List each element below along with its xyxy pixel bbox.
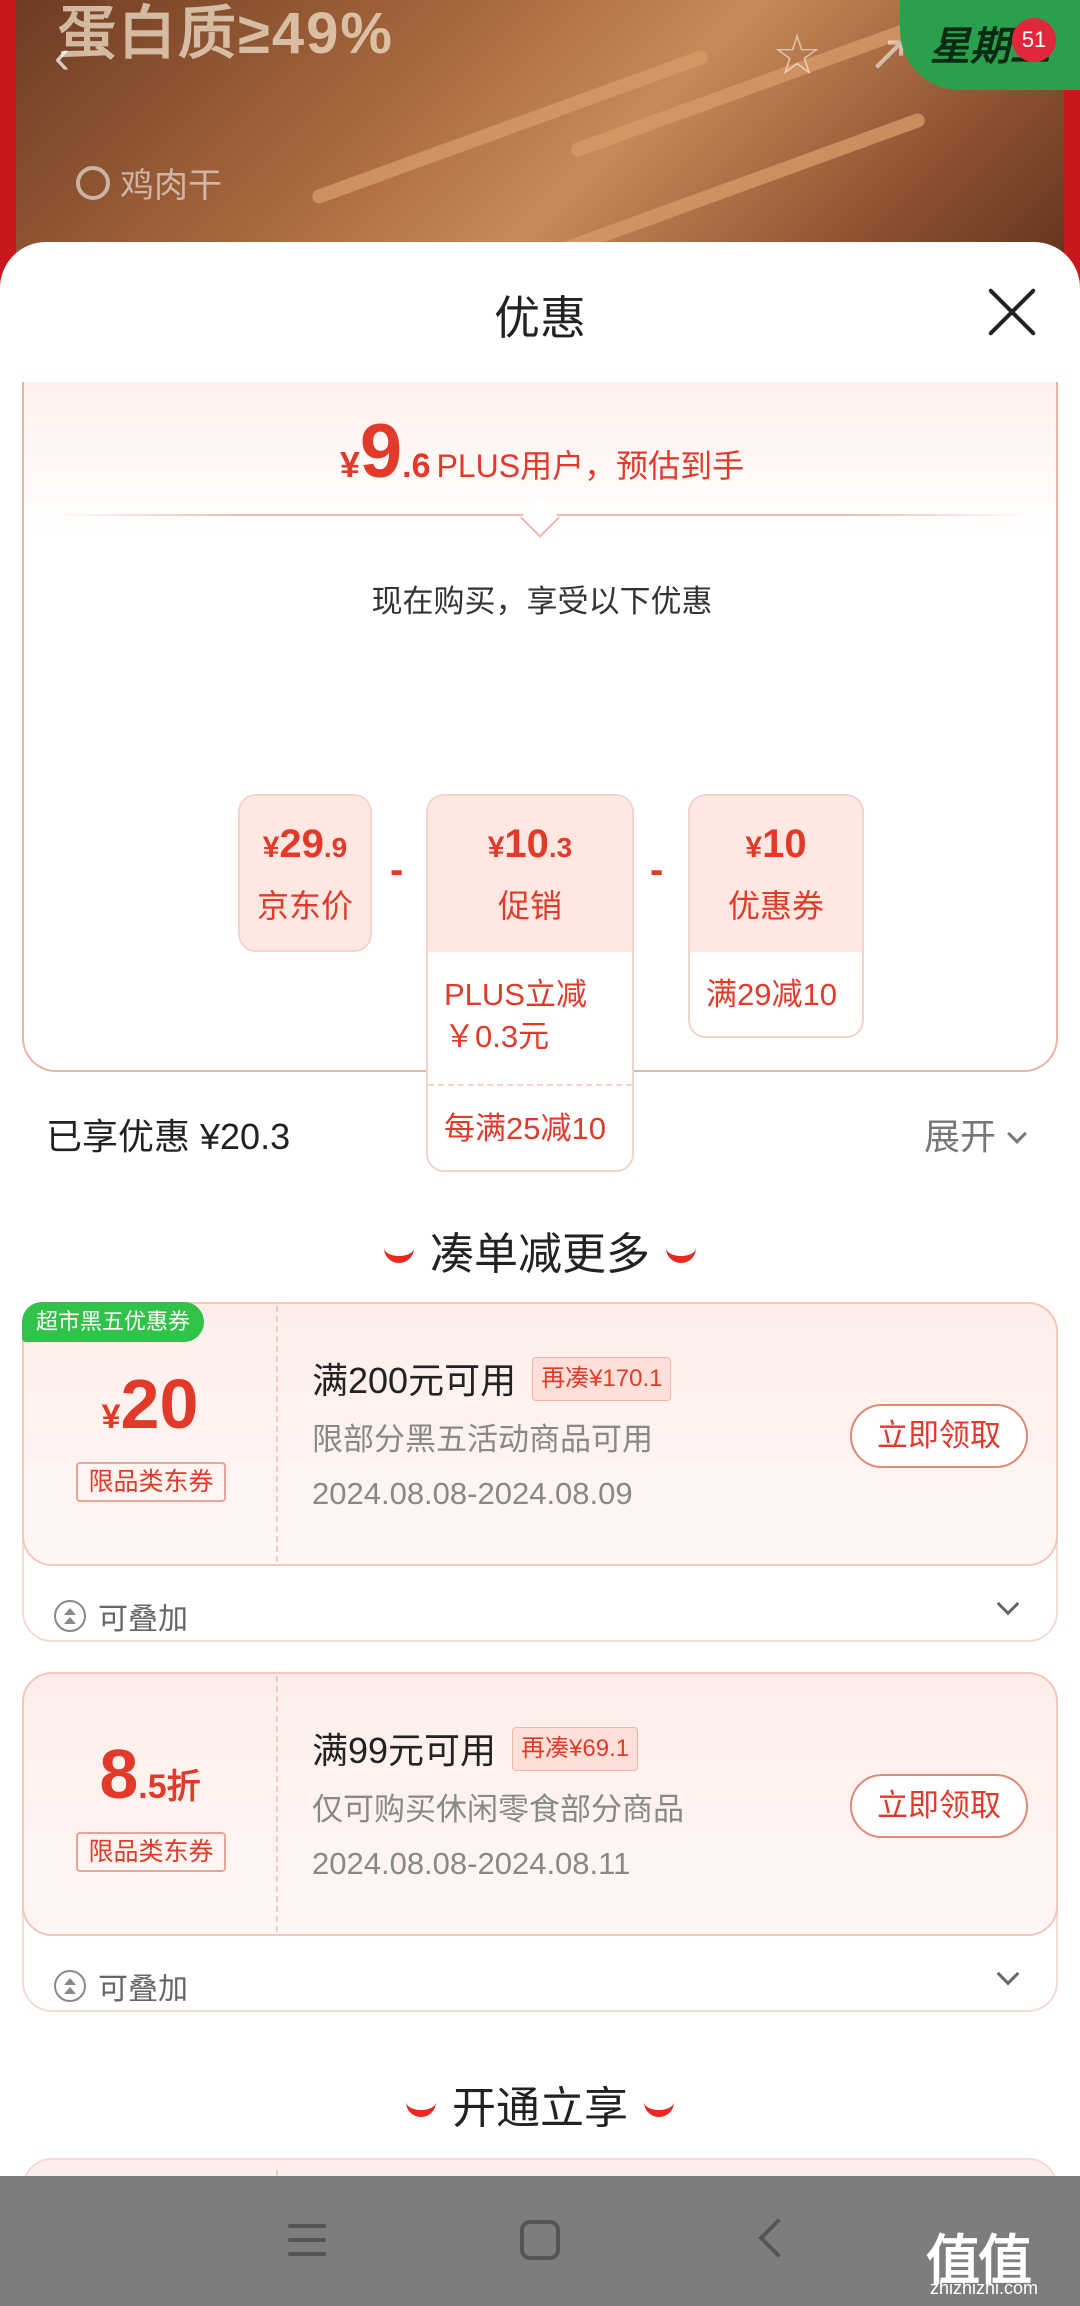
price-breakdown-card: ¥9.6 PLUS用户，预估到手 现在购买，享受以下优惠 ¥29.9 京东价 - … [22,382,1060,1172]
back-icon[interactable]: ‹ [54,30,70,85]
promo-dec: .3 [548,832,573,863]
sheet-title: 优惠 [494,292,586,344]
smile-decoration-icon [384,1247,414,1263]
estimated-note: PLUS用户，预估到手 [436,448,745,484]
stack-icon [54,1970,86,2002]
claim-button[interactable]: 立即领取 [850,1774,1028,1838]
jd-price-int: 29 [279,822,324,866]
coupon-suffix: .5折 [138,1768,201,1806]
minus-sign: - [390,848,404,892]
coupon-type: 限品类东券 [76,1832,226,1872]
promo-int: 10 [504,822,549,866]
stack-icon [54,1600,86,1632]
stackable-row[interactable]: 可叠加 [54,1964,188,2008]
discount-sheet: 优惠 ¥9.6 PLUS用户，预估到手 现在购买，享受以下优惠 ¥29.9 京东价… [0,242,1080,2306]
minus-sign: - [650,848,664,892]
promo-currency: ¥ [487,831,505,864]
expand-label: 展开 [924,1116,997,1157]
jd-price-label: 京东价 [256,888,353,924]
coupon-date: 2024.08.08-2024.08.09 [312,1476,633,1511]
star-icon[interactable]: ☆ [772,22,822,88]
coupon-tag: 超市黑五优惠券 [22,1302,205,1342]
smile-decoration-icon [406,2101,436,2117]
coupon-label: 优惠券 [727,888,824,924]
stackable-row[interactable]: 可叠加 [54,1594,188,1638]
stackable-label: 可叠加 [98,1973,188,2006]
coupon-currency: ¥ [101,1398,121,1436]
smile-decoration-icon [644,2101,674,2117]
section-header-open: 开通立享 [0,2072,1080,2136]
chevron-down-icon[interactable] [996,1592,1020,1616]
coupon-box: ¥10 优惠券 满29减10 [688,794,864,1038]
system-nav-bar [0,2176,1080,2306]
coupon-title-text: 满200元可用 [312,1360,517,1401]
stackable-label: 可叠加 [98,1603,188,1636]
banner-headline: 蛋白质≥49% [58,1,394,66]
saved-amount: 已享优惠 ¥20.3 [46,1116,291,1157]
banner-search[interactable]: 鸡肉干 [76,158,222,207]
chevron-down-icon[interactable] [996,1962,1020,1986]
coupon-separator [276,1306,278,1562]
coupon-desc: 限部分黑五活动商品可用 [312,1422,653,1457]
jd-price-dec: .9 [323,832,348,863]
coupon-title: 满99元可用 再凑¥69.1 [312,1722,639,1775]
coupon-desc: 仅可购买休闲零食部分商品 [312,1792,684,1827]
coupon-row: 满29减10 [706,977,837,1012]
coupon-card-body: 超市黑五优惠券 ¥20 限品类东券 满200元可用 再凑¥170.1 限部分黑五活… [22,1302,1058,1566]
estimated-price: ¥9.6 PLUS用户，预估到手 [24,408,1060,495]
promo-row: PLUS立减￥0.3元 [444,977,587,1054]
divider-notch [520,498,560,538]
promo-row: 每满25减10 [428,1084,632,1168]
promo-badge-count: 51 [1012,18,1056,62]
buy-now-line: 现在购买，享受以下优惠 [371,584,713,619]
search-icon [76,165,110,200]
estimated-currency: ¥ [339,444,360,485]
promo-label: 促销 [497,888,562,924]
add-more-badge: 再凑¥170.1 [532,1357,672,1402]
close-icon[interactable] [986,286,1038,338]
section-title: 凑单减更多 [430,1230,650,1279]
expand-toggle[interactable]: 展开 [924,1108,1027,1160]
section-header-more: 凑单减更多 [0,1218,1080,1282]
coupon-value: ¥20 [24,1364,276,1444]
add-more-badge: 再凑¥69.1 [512,1727,639,1772]
coupon-card: 8.5折 限品类东券 满99元可用 再凑¥69.1 仅可购买休闲零食部分商品 20… [22,1672,1058,2012]
search-text: 鸡肉干 [120,167,222,205]
jd-price-box: ¥29.9 京东价 [238,794,372,952]
watermark-sub: zhizhizhi.com [930,2278,1039,2298]
jd-price-currency: ¥ [262,831,280,864]
coupon-separator [276,1676,278,1932]
coupon-value: 8.5折 [24,1734,276,1814]
smile-decoration-icon [666,1247,696,1263]
estimated-dec: .6 [402,447,431,485]
claim-button[interactable]: 立即领取 [850,1404,1028,1468]
coupon-type: 限品类东券 [76,1462,226,1502]
section-title: 开通立享 [452,2084,628,2133]
coupon-amount: 8 [99,1735,139,1813]
coupon-title: 满200元可用 再凑¥170.1 [312,1352,672,1405]
coupon-amount: 20 [120,1365,199,1443]
coupon-int: 10 [762,822,807,866]
coupon-date: 2024.08.08-2024.08.11 [312,1846,631,1881]
home-icon[interactable] [520,2220,560,2260]
nav-back-icon[interactable] [758,2218,798,2258]
coupon-currency: ¥ [745,831,763,864]
estimated-int: 9 [359,409,403,494]
coupon-card: 超市黑五优惠券 ¥20 限品类东券 满200元可用 再凑¥170.1 限部分黑五活… [22,1302,1058,1642]
chevron-down-icon [1007,1124,1027,1144]
coupon-card-body: 8.5折 限品类东券 满99元可用 再凑¥69.1 仅可购买休闲零食部分商品 20… [22,1672,1058,1936]
menu-icon[interactable] [288,2222,326,2258]
promo-box: ¥10.3 促销 PLUS立减￥0.3元 每满25减10 [426,794,634,1172]
coupon-title-text: 满99元可用 [312,1730,497,1771]
